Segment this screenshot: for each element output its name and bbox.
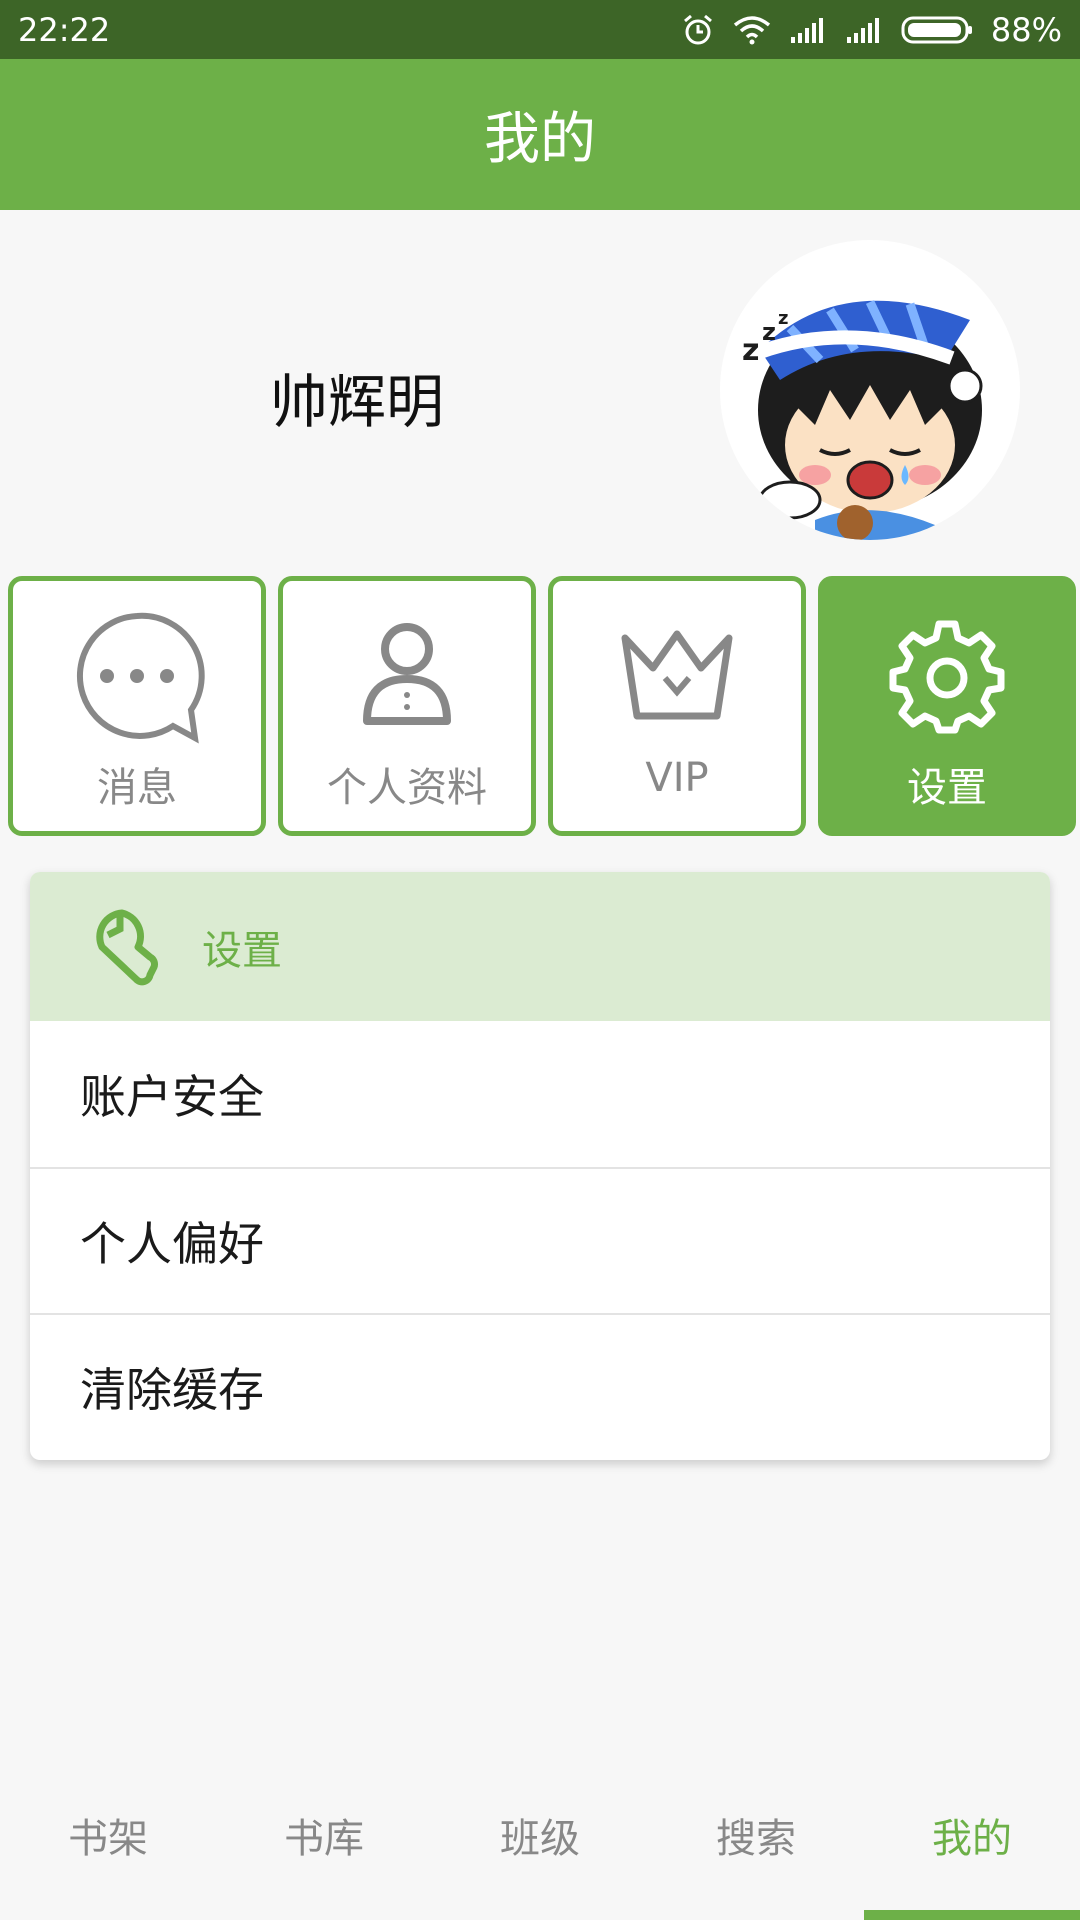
tile-settings[interactable]: 设置 [818, 576, 1076, 836]
tile-label: VIP [645, 755, 709, 801]
nav-search[interactable]: 搜索 [648, 1770, 864, 1920]
gear-icon [889, 620, 1005, 734]
alarm-icon [681, 13, 715, 47]
tile-label: 个人资料 [327, 765, 487, 811]
settings-item-account-security[interactable]: 账户安全 [30, 1021, 1050, 1167]
crown-icon [621, 630, 733, 720]
tile-profile[interactable]: 个人资料 [278, 576, 536, 836]
battery-percent: 88% [990, 10, 1062, 49]
tile-messages[interactable]: 消息 [8, 576, 266, 836]
app-header: 我的 [0, 59, 1080, 210]
signal-icon-1 [789, 15, 827, 45]
nav-class[interactable]: 班级 [432, 1770, 648, 1920]
status-icons: 88% [681, 11, 1062, 49]
nav-mine[interactable]: 我的 [864, 1770, 1080, 1920]
svg-text:z: z [778, 308, 788, 329]
chat-bubble-icon [77, 612, 205, 744]
nav-library[interactable]: 书库 [216, 1770, 432, 1920]
avatar[interactable]: z z z [720, 240, 1020, 540]
profile-section: 帅辉明 z z z [0, 210, 1080, 576]
settings-item-preferences[interactable]: 个人偏好 [30, 1167, 1050, 1313]
username: 帅辉明 [270, 368, 445, 436]
settings-header: 设置 [30, 872, 1050, 1021]
quick-actions: 消息 个人资料 VIP 设置 [0, 576, 1080, 838]
sleepy-boy-avatar-icon: z z z [742, 300, 983, 540]
battery-icon [901, 15, 973, 45]
settings-item-clear-cache[interactable]: 清除缓存 [30, 1313, 1050, 1459]
settings-title: 设置 [202, 927, 282, 974]
nav-active-indicator [864, 1910, 1080, 1920]
tile-label: 设置 [907, 765, 987, 811]
settings-card: 设置 账户安全 个人偏好 清除缓存 [30, 872, 1050, 1460]
svg-text:z: z [742, 333, 759, 368]
status-time: 22:22 [18, 10, 111, 49]
signal-icon-2 [845, 15, 883, 45]
status-bar: 22:22 88% [0, 0, 1080, 59]
svg-text:z: z [762, 318, 776, 346]
tile-vip[interactable]: VIP [548, 576, 806, 836]
bottom-nav: 书架 书库 班级 搜索 我的 [0, 1770, 1080, 1920]
wrench-icon [96, 909, 158, 985]
page-title: 我的 [484, 107, 596, 172]
nav-bookshelf[interactable]: 书架 [0, 1770, 216, 1920]
tile-label: 消息 [97, 765, 177, 811]
person-icon [363, 623, 451, 725]
wifi-icon [733, 15, 771, 45]
